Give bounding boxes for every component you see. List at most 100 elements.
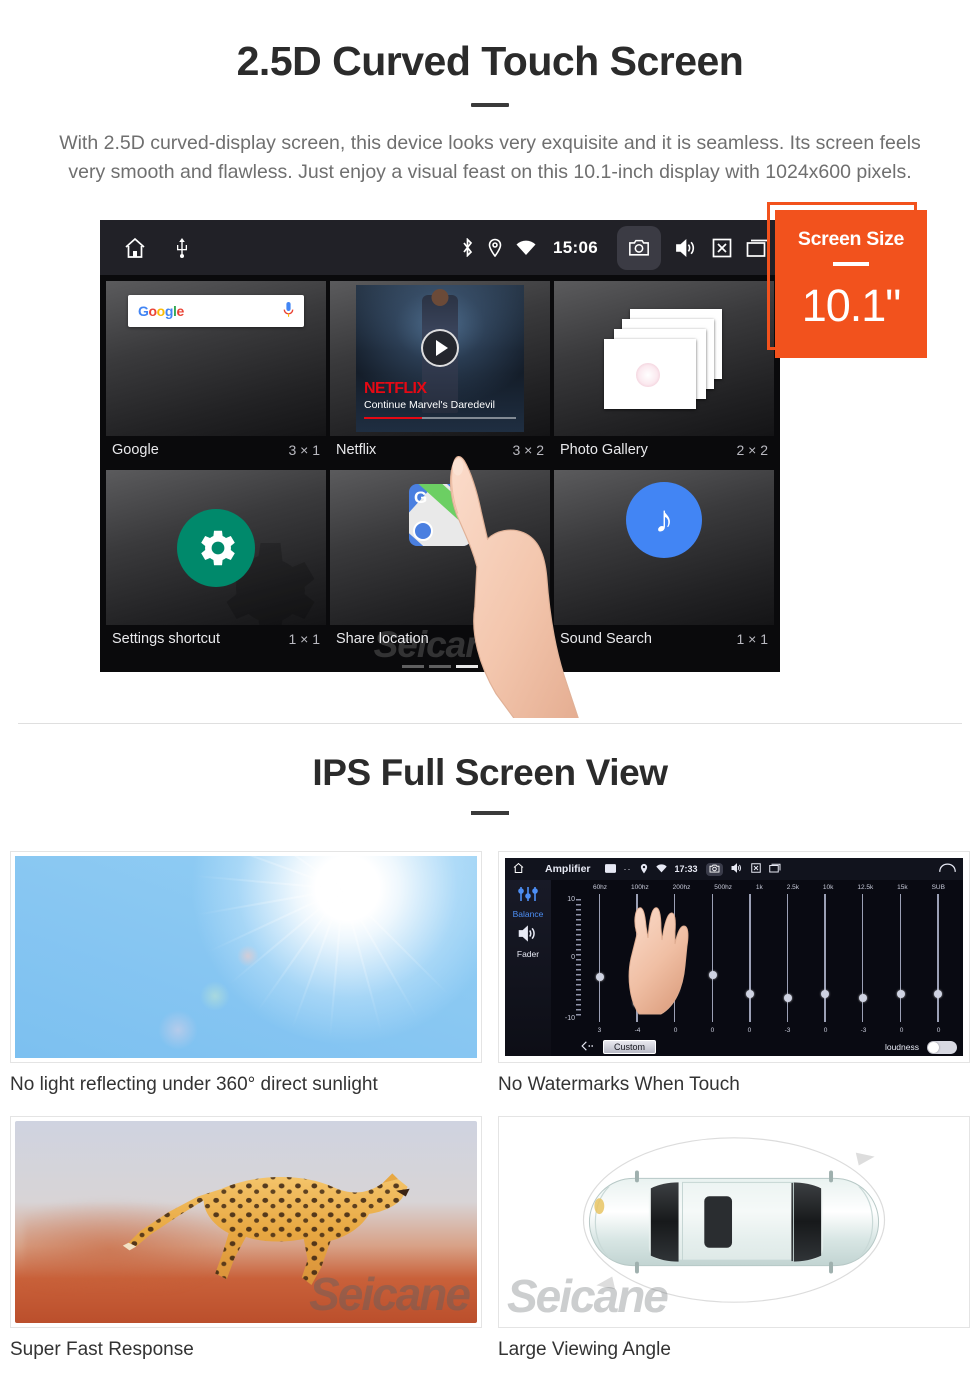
loudness-label: loudness <box>884 1042 919 1052</box>
eq-value: 3 <box>597 1027 602 1034</box>
page-indicator[interactable] <box>402 665 478 668</box>
widget-google[interactable]: Google Google 3 × 1 <box>106 281 326 466</box>
band-label: 60hz <box>592 884 608 891</box>
volume-icon[interactable] <box>675 238 698 258</box>
gallery-stack <box>604 308 724 409</box>
back-icon[interactable] <box>939 863 956 875</box>
eq-value: 0 <box>710 1027 715 1034</box>
lens-flare <box>199 981 230 1012</box>
widget-thumb: NETFLIX Continue Marvel's Daredevil <box>330 281 550 436</box>
widget-label-row: Google 3 × 1 <box>106 436 326 466</box>
home-icon[interactable] <box>122 236 148 260</box>
watermark: Seicane <box>309 1268 471 1320</box>
play-icon[interactable] <box>421 329 459 367</box>
band-label: 12.5k <box>857 884 874 891</box>
widget-photo-gallery[interactable]: Photo Gallery 2 × 2 <box>554 281 774 466</box>
car-image: Seicane <box>503 1121 965 1323</box>
screen-size-badge-title: Screen Size <box>797 228 905 250</box>
card-caption: Large Viewing Angle <box>498 1339 671 1360</box>
microphone-icon[interactable] <box>283 301 294 321</box>
eq-preset-button[interactable]: Custom <box>603 1040 657 1054</box>
amplifier-balance-label[interactable]: Balance <box>513 909 544 919</box>
loudness-toggle[interactable] <box>927 1040 957 1054</box>
page-title: 2.5D Curved Touch Screen <box>236 38 744 84</box>
amplifier-sidebar: Balance Fader <box>505 880 551 1056</box>
eq-slider[interactable] <box>821 894 830 1022</box>
watermark: Seicane <box>373 624 508 665</box>
location-icon <box>640 863 648 876</box>
widget-size: 2 × 2 <box>736 442 768 458</box>
widget-label-row: Netflix 3 × 2 <box>330 436 550 466</box>
amplifier-time: 17:33 <box>674 864 698 874</box>
section2-title: IPS Full Screen View <box>312 752 668 793</box>
page-dot[interactable] <box>402 665 424 668</box>
sliders-icon[interactable] <box>517 886 539 907</box>
eq-slider[interactable] <box>746 894 755 1022</box>
more-icon: ·· <box>623 864 632 874</box>
music-note-icon: ♪ <box>626 482 702 558</box>
band-label: 1k <box>755 884 763 891</box>
recent-apps-icon[interactable] <box>768 863 781 875</box>
section2-title-rule <box>471 811 509 815</box>
touching-hand-illustration <box>628 907 689 1015</box>
card-caption: No Watermarks When Touch <box>498 1074 740 1095</box>
camera-icon[interactable] <box>617 225 661 270</box>
widget-thumb: Google <box>106 281 326 436</box>
widget-thumb <box>554 281 774 436</box>
amplifier-body: Balance Fader 60hz 100hz 200hz 500hz 1k … <box>505 880 963 1056</box>
card-image-frame: Seicane <box>498 1116 970 1328</box>
widget-thumb <box>106 470 326 625</box>
gear-icon <box>177 508 255 587</box>
google-search-bar[interactable]: Google <box>128 295 304 327</box>
eq-slider[interactable] <box>858 894 867 1022</box>
lens-flare <box>158 1009 199 1050</box>
equalizer-band-labels: 60hz 100hz 200hz 500hz 1k 2.5k 10k 12.5k… <box>557 884 957 891</box>
equalizer-values: 3 -4 0 0 0 -3 0 -3 0 0 <box>581 1027 957 1034</box>
eq-slider[interactable] <box>595 894 604 1022</box>
amplifier-fader-label[interactable]: Fader <box>517 949 539 959</box>
card-image-frame <box>10 851 482 1063</box>
close-box-icon[interactable] <box>750 863 761 875</box>
page-dot[interactable] <box>429 665 451 668</box>
widget-thumb: G <box>330 470 550 625</box>
close-box-icon[interactable] <box>712 238 732 258</box>
status-time: 15:06 <box>553 237 598 257</box>
home-icon[interactable] <box>512 862 525 876</box>
feature-card-grid: No light reflecting under 360° direct su… <box>10 851 970 1361</box>
card-caption: Super Fast Response <box>10 1339 194 1360</box>
widget-thumb: ♪ <box>554 470 774 625</box>
bluetooth-icon <box>461 238 474 257</box>
widget-netflix[interactable]: NETFLIX Continue Marvel's Daredevil Netf… <box>330 281 550 466</box>
back-arrow-icon[interactable] <box>581 1041 595 1053</box>
widget-name: Google <box>112 442 159 458</box>
eq-slider[interactable] <box>708 894 717 1022</box>
eq-value: -3 <box>784 1027 791 1034</box>
eq-slider[interactable] <box>896 894 905 1022</box>
band-label: 100hz <box>630 884 649 891</box>
volume-icon[interactable] <box>731 863 743 875</box>
section1-paragraph: With 2.5D curved-display screen, this de… <box>59 132 921 183</box>
amplifier-status-bar: Amplifier ·· 17:33 <box>505 858 963 880</box>
curved-screen-section: 2.5D Curved Touch Screen With 2.5D curve… <box>0 0 980 724</box>
band-label: 200hz <box>672 884 691 891</box>
netflix-subtitle: Continue Marvel's Daredevil <box>364 399 495 411</box>
watermark: Seicane <box>507 1270 669 1322</box>
android-status-bar: 15:06 <box>100 220 780 275</box>
usb-icon[interactable] <box>176 237 188 259</box>
eq-slider[interactable] <box>783 894 792 1022</box>
widget-size: 3 × 1 <box>288 442 320 458</box>
page-dot-active[interactable] <box>456 665 478 668</box>
lens-flare <box>236 944 259 967</box>
amplifier-equalizer: 60hz 100hz 200hz 500hz 1k 2.5k 10k 12.5k… <box>551 880 963 1056</box>
eq-value: 0 <box>936 1027 941 1034</box>
screen-size-badge-value: 10.1" <box>801 280 902 331</box>
amplifier-title: Amplifier <box>545 863 591 875</box>
eq-slider[interactable] <box>934 894 943 1022</box>
netflix-preview: NETFLIX Continue Marvel's Daredevil <box>356 285 524 432</box>
speaker-icon[interactable] <box>517 925 539 947</box>
eq-value: 0 <box>673 1027 678 1034</box>
location-icon <box>488 238 502 257</box>
netflix-brand: NETFLIX <box>364 380 427 397</box>
scale-bottom: -10 <box>564 1015 575 1022</box>
camera-icon[interactable] <box>705 862 723 876</box>
